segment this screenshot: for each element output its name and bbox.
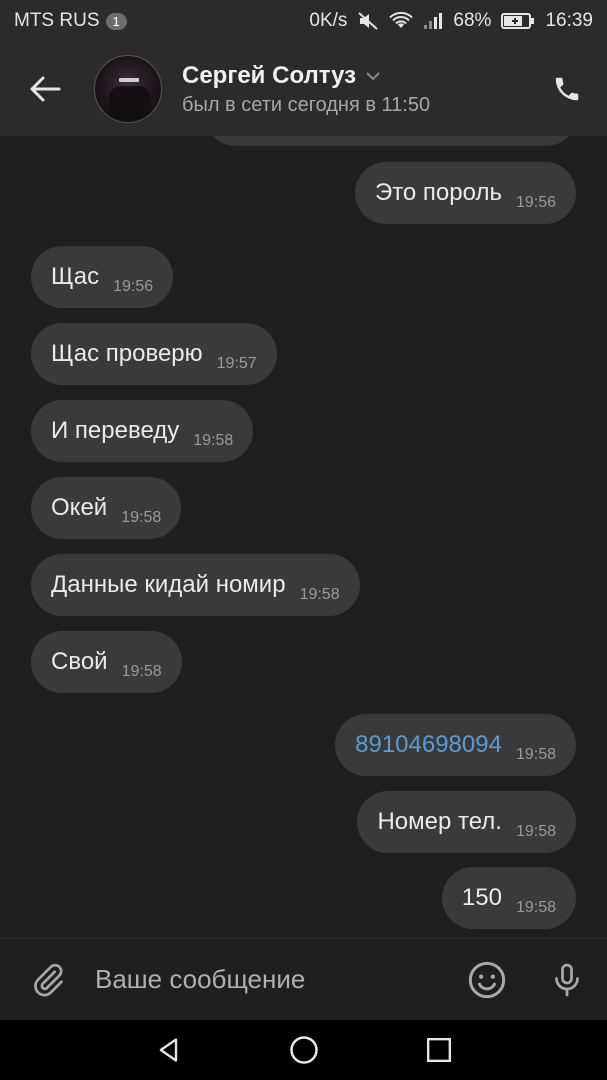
- message-bubble-out[interactable]: 89104698094 19:58: [335, 714, 576, 776]
- message-input[interactable]: Ваше сообщение: [95, 964, 447, 995]
- smiley-icon: [468, 961, 506, 998]
- message-bubble-out[interactable]: Это пороль 19:56: [354, 162, 576, 224]
- message-bubble-in[interactable]: Щас 19:56: [31, 246, 174, 308]
- phone-icon: [555, 77, 579, 101]
- avatar[interactable]: [94, 55, 162, 123]
- paperclip-icon: [33, 963, 63, 996]
- message-time: 19:58: [515, 746, 556, 763]
- last-seen-status: был в сети сегодня в 11:50: [182, 93, 431, 116]
- message-text: Номер тел.: [377, 808, 502, 835]
- message-text: Свой: [51, 648, 108, 675]
- message-time: 19:58: [515, 823, 556, 840]
- message-bubble-out[interactable]: 150 19:58: [441, 867, 576, 929]
- message-time: 19:58: [121, 663, 162, 680]
- message-text: 150: [461, 884, 502, 911]
- message-list[interactable]: Это пороль 19:56 Щас 19:56 Щас проверю 1…: [0, 136, 607, 938]
- status-bar: MTS RUS 1 0K/s 68% 16:39: [0, 0, 607, 42]
- nav-home-button[interactable]: [236, 1020, 371, 1080]
- call-button[interactable]: [527, 42, 607, 136]
- message-time: 19:58: [121, 509, 162, 526]
- voice-record-button[interactable]: [527, 939, 607, 1021]
- system-navigation-bar: [0, 1020, 607, 1080]
- carrier-name: MTS RUS: [14, 10, 100, 31]
- battery-percent: 68%: [453, 10, 492, 31]
- message-composer: Ваше сообщение: [0, 938, 607, 1020]
- message-time: 19:56: [113, 278, 154, 295]
- message-text: Щас: [51, 263, 100, 290]
- clock: 16:39: [545, 10, 593, 31]
- back-button[interactable]: [0, 42, 90, 136]
- nav-recents-button[interactable]: [371, 1020, 506, 1080]
- message-time: 19:57: [216, 355, 257, 372]
- square-recents-icon: [426, 1037, 451, 1063]
- mute-icon: [357, 11, 379, 31]
- net-speed: 0K/s: [309, 10, 348, 31]
- message-time: 19:58: [515, 899, 556, 916]
- wifi-icon: [389, 12, 414, 30]
- message-bubble-in[interactable]: И переведу 19:58: [31, 400, 254, 462]
- chevron-down-icon: [366, 71, 380, 80]
- phone-number-link[interactable]: 89104698094: [355, 731, 502, 759]
- attach-button[interactable]: [0, 939, 95, 1021]
- nav-back-button[interactable]: [101, 1020, 236, 1080]
- message-bubble-out[interactable]: Номер тел. 19:58: [357, 791, 576, 853]
- message-bubble-clipped: [205, 136, 577, 146]
- battery-icon: [501, 12, 535, 30]
- microphone-icon: [555, 963, 579, 996]
- chat-header: Сергей Солтуз был в сети сегодня в 11:50: [0, 42, 607, 136]
- signal-icon: [423, 12, 443, 30]
- message-text: Данные кидай номир: [51, 571, 286, 598]
- message-bubble-in[interactable]: Щас проверю 19:57: [31, 323, 277, 385]
- message-bubble-in[interactable]: Окей 19:58: [31, 477, 182, 539]
- message-time: 19:58: [193, 432, 234, 449]
- arrow-left-icon: [30, 76, 61, 102]
- message-text: Это пороль: [374, 179, 502, 206]
- message-text: Щас проверю: [51, 340, 203, 367]
- contact-info[interactable]: Сергей Солтуз был в сети сегодня в 11:50: [182, 62, 430, 117]
- message-time: 19:56: [515, 194, 556, 211]
- message-bubble-in[interactable]: Данные кидай номир 19:58: [31, 554, 360, 616]
- message-time: 19:58: [299, 586, 340, 603]
- message-bubble-in[interactable]: Свой 19:58: [31, 631, 182, 693]
- carrier-info: MTS RUS 1: [14, 10, 127, 32]
- status-indicators: 0K/s 68% 16:39: [309, 10, 593, 32]
- message-text: И переведу: [51, 417, 180, 444]
- contact-name: Сергей Солтуз: [182, 61, 357, 89]
- message-text: Окей: [51, 494, 108, 521]
- sim-badge: 1: [105, 12, 127, 30]
- circle-home-icon: [289, 1036, 318, 1064]
- emoji-button[interactable]: [447, 939, 527, 1021]
- triangle-back-icon: [159, 1038, 177, 1062]
